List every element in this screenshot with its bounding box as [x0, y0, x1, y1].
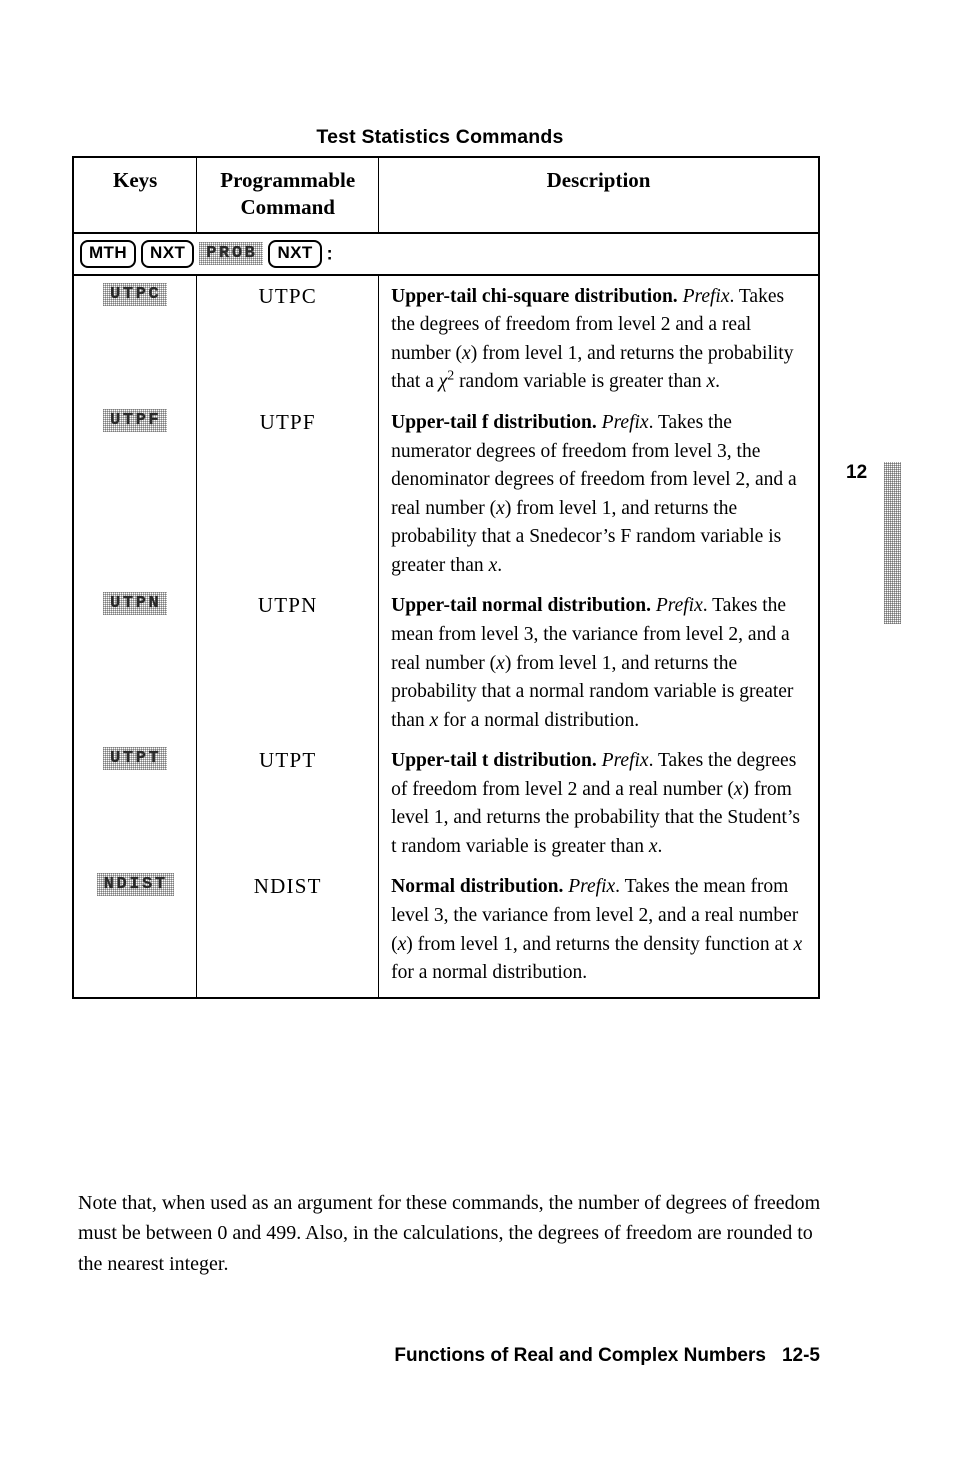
- chapter-tab-marker: [884, 462, 901, 624]
- description-var-x-1: x: [397, 933, 407, 955]
- description-prefix-tag: Prefix: [682, 285, 730, 307]
- description-body-3: .: [497, 554, 503, 576]
- description-prefix-tag: Prefix: [655, 595, 703, 617]
- page-title: Test Statistics Commands: [316, 126, 564, 148]
- row-keys-cell: UTPN: [73, 585, 198, 741]
- command-name-ndist: NDIST: [253, 874, 322, 899]
- description-var-x-2: x: [648, 835, 658, 857]
- footer-page-number: 12-5: [781, 1345, 820, 1366]
- note-paragraph: Note that, when used as an argument for …: [78, 1192, 821, 1275]
- description-var-x-2: x: [429, 709, 439, 731]
- row-command-cell: UTPT: [196, 740, 380, 867]
- softkey-utpf[interactable]: UTPF: [103, 409, 167, 432]
- command-name-utpc: UTPC: [258, 283, 317, 308]
- description-lead: Upper-tail normal distribution.: [391, 595, 651, 617]
- description-body-3: .: [657, 835, 663, 857]
- command-name-utpf: UTPF: [259, 410, 316, 434]
- row-description-cell: Upper-tail f distribution. Prefix. Takes…: [379, 402, 819, 585]
- column-header-keys: Keys: [73, 157, 198, 234]
- row-keys-cell: UTPC: [73, 274, 198, 402]
- description-prefix-tag: Prefix: [601, 412, 649, 433]
- table-row: NDIST NDIST Normal distribution. Prefix.…: [73, 866, 819, 998]
- chapter-number: 12: [846, 462, 868, 483]
- description-body-4: .: [715, 371, 721, 393]
- description-var-x-1: x: [496, 497, 505, 519]
- column-header-programmable-command-line1: Programmable: [220, 168, 356, 192]
- description-var-x-1: x: [462, 342, 471, 364]
- softkey-utpc[interactable]: UTPC: [103, 283, 167, 306]
- row-command-cell: UTPF: [196, 402, 380, 586]
- row-keys-cell: UTPT: [73, 740, 198, 867]
- column-header-description: Description: [378, 157, 819, 234]
- description-lead: Upper-tail t distribution.: [391, 750, 597, 772]
- description-lead: Upper-tail f distribution.: [391, 412, 597, 433]
- softkey-utpt[interactable]: UTPT: [103, 747, 167, 770]
- column-header-programmable-command: Programmable Command: [196, 157, 380, 234]
- keypath-cell: MTH NXT PROB NXT:: [73, 232, 819, 276]
- row-description-cell: Normal distribution. Prefix. Takes the m…: [379, 866, 819, 997]
- table-row: UTPT UTPT Upper-tail t distribution. Pre…: [73, 740, 819, 867]
- keypath-row: MTH NXT PROB NXT:: [73, 232, 819, 276]
- description-utpc: Upper-tail chi-square distribution. Pref…: [379, 276, 818, 402]
- table-header-row: Keys Programmable Command Description: [73, 157, 819, 234]
- description-lead: Upper-tail chi-square distribution.: [391, 285, 678, 307]
- description-prefix-tag: Prefix: [568, 876, 616, 898]
- description-body-2: ) from level 1, and returns the density …: [406, 933, 794, 955]
- footer-section-title: Functions of Real and Complex Numbers: [394, 1345, 766, 1366]
- row-command-cell: UTPC: [196, 274, 380, 402]
- command-name-utpn: UTPN: [257, 593, 318, 618]
- row-description-cell: Upper-tail normal distribution. Prefix. …: [379, 585, 819, 740]
- table-row: UTPC UTPC Upper-tail chi-square distribu…: [73, 274, 819, 402]
- description-prefix-tag: Prefix: [601, 750, 649, 772]
- column-header-programmable-command-line2: Command: [240, 194, 335, 219]
- description-utpn: Upper-tail normal distribution. Prefix. …: [379, 585, 818, 740]
- row-description-cell: Upper-tail chi-square distribution. Pref…: [379, 275, 819, 402]
- row-description-cell: Upper-tail t distribution. Prefix. Takes…: [379, 740, 819, 866]
- description-var-x-1: x: [496, 652, 505, 674]
- keycap-nxt-second[interactable]: NXT: [268, 239, 322, 268]
- softkey-prob[interactable]: PROB: [199, 242, 263, 265]
- table-header: Keys Programmable Command Description: [73, 157, 819, 234]
- softkey-ndist[interactable]: NDIST: [97, 873, 174, 896]
- table-row: UTPF UTPF Upper-tail f distribution. Pre…: [73, 402, 819, 586]
- description-var-x-2: x: [706, 371, 716, 393]
- row-command-cell: NDIST: [196, 866, 380, 998]
- description-utpt: Upper-tail t distribution. Prefix. Takes…: [379, 740, 818, 866]
- keycap-mth[interactable]: MTH: [80, 239, 137, 268]
- page-footer: Functions of Real and Complex Numbers 12-…: [0, 1345, 820, 1367]
- row-keys-cell: NDIST: [73, 866, 198, 998]
- row-keys-cell: UTPF: [73, 402, 198, 586]
- description-lead: Normal distribution.: [391, 876, 564, 898]
- softkey-utpn[interactable]: UTPN: [103, 592, 167, 615]
- command-name-utpt: UTPT: [259, 748, 317, 773]
- description-var-x-1: x: [733, 778, 743, 800]
- table-body: MTH NXT PROB NXT: UTPC UTPC Upper-tail chi-…: [73, 232, 819, 998]
- description-body-3: for a normal distribution.: [438, 709, 640, 731]
- description-var-x-2: x: [488, 554, 498, 576]
- description-body-3: for a normal distribution.: [391, 962, 588, 984]
- row-command-cell: UTPN: [196, 585, 380, 741]
- description-ndist: Normal distribution. Prefix. Takes the m…: [379, 866, 818, 996]
- table-row: UTPN UTPN Upper-tail normal distribution…: [73, 585, 819, 741]
- description-var-x-2: x: [793, 933, 803, 955]
- description-body-3: random variable is greater than: [454, 371, 707, 393]
- keypath-colon: :: [326, 243, 333, 264]
- test-statistics-commands-table: Keys Programmable Command Description MT…: [72, 156, 820, 999]
- description-utpf: Upper-tail f distribution. Prefix. Takes…: [379, 402, 818, 585]
- keycap-nxt-first[interactable]: NXT: [141, 239, 195, 268]
